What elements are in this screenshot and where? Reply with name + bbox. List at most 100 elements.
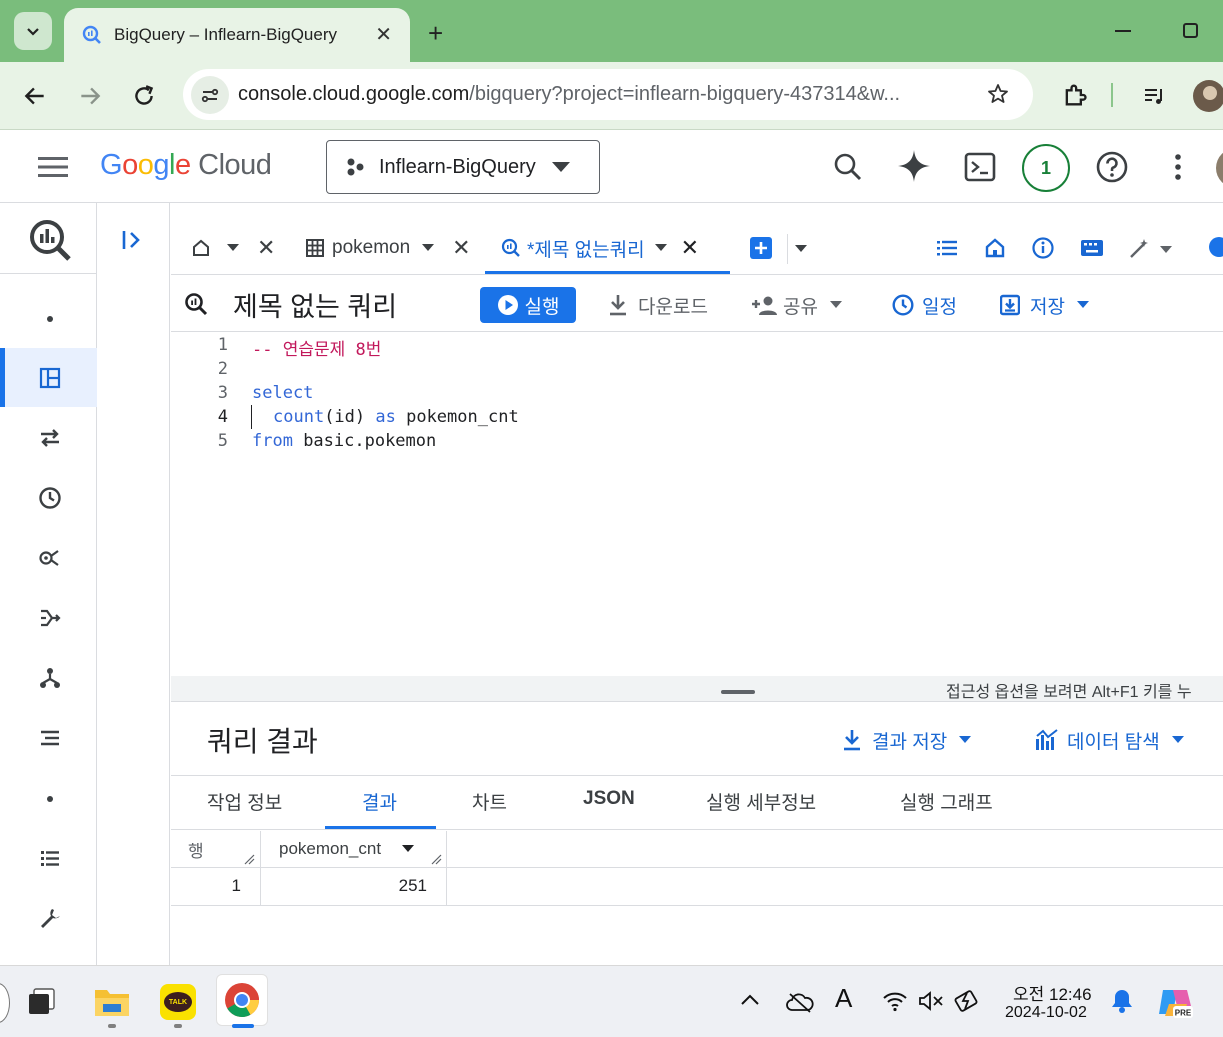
media-controls-icon[interactable] bbox=[1142, 84, 1166, 108]
sql-editor[interactable] bbox=[171, 332, 1223, 676]
more-vert-icon[interactable] bbox=[1174, 153, 1182, 181]
tab-untitled-query[interactable]: *제목 없는쿼리 ✕ bbox=[501, 224, 699, 272]
show-hidden-icons[interactable] bbox=[740, 992, 760, 1006]
main-menu-icon[interactable] bbox=[38, 155, 68, 179]
tab-job-info[interactable]: 작업 정보 bbox=[207, 788, 282, 815]
wifi-icon[interactable] bbox=[882, 990, 908, 1012]
save-results-button[interactable]: 결과 저장 bbox=[842, 725, 972, 755]
back-icon[interactable] bbox=[22, 83, 48, 109]
ime-indicator[interactable]: A bbox=[835, 983, 852, 1014]
column-resize-icon[interactable] bbox=[430, 853, 442, 865]
google-cloud-logo[interactable]: Google Cloud bbox=[100, 149, 272, 182]
taskbar-date[interactable]: 2024-10-02 bbox=[1005, 1004, 1087, 1022]
download-button[interactable]: 다운로드 bbox=[608, 290, 708, 320]
extensions-icon[interactable] bbox=[1061, 81, 1089, 109]
tab-home[interactable]: ✕ bbox=[191, 224, 275, 272]
tab-list-icon[interactable] bbox=[936, 237, 958, 259]
running-indicator bbox=[174, 1024, 182, 1028]
new-query-button[interactable] bbox=[750, 237, 772, 259]
cloud-shell-icon[interactable] bbox=[964, 152, 996, 182]
chrome-taskbar-icon[interactable] bbox=[216, 974, 268, 1026]
wrench-settings-icon[interactable] bbox=[38, 906, 62, 930]
notifications-badge[interactable]: 1 bbox=[1022, 144, 1070, 192]
run-button[interactable]: 실행 bbox=[480, 287, 576, 323]
search-icon[interactable] bbox=[833, 152, 863, 182]
task-view-icon[interactable] bbox=[18, 978, 66, 1026]
tab-menu-arrow-icon[interactable] bbox=[227, 244, 239, 252]
kakaotalk-label: TALK bbox=[164, 992, 192, 1012]
code-line-5: from basic.pokemon bbox=[252, 431, 436, 451]
home-icon bbox=[193, 239, 209, 256]
analytics-hub-icon[interactable] bbox=[38, 546, 62, 570]
data-transfer-icon[interactable] bbox=[38, 426, 62, 450]
tab-chart[interactable]: 차트 bbox=[472, 788, 507, 815]
dataform-icon[interactable] bbox=[38, 666, 62, 690]
tab-json[interactable]: JSON bbox=[583, 788, 635, 810]
browser-tab-bigquery[interactable]: BigQuery – Inflearn-BigQuery ✕ bbox=[64, 8, 410, 62]
window-maximize-button[interactable] bbox=[1183, 23, 1198, 38]
taskbar-time[interactable]: 오전 12:46 bbox=[1013, 980, 1092, 1005]
schedule-button[interactable]: 일정 bbox=[892, 290, 957, 320]
results-title: 쿼리 결과 bbox=[207, 726, 318, 757]
code-assist-icon[interactable] bbox=[1128, 236, 1172, 260]
tab-execution-graph[interactable]: 실행 그래프 bbox=[900, 788, 993, 815]
close-tab-icon[interactable]: ✕ bbox=[257, 235, 275, 261]
new-tab-button[interactable]: + bbox=[428, 18, 443, 49]
project-selector[interactable]: Inflearn-BigQuery bbox=[326, 140, 600, 194]
notification-bell-icon[interactable] bbox=[1110, 988, 1134, 1014]
table-cell[interactable]: 251 bbox=[261, 876, 427, 896]
code-line-4: count(id) as pokemon_cnt bbox=[273, 407, 519, 427]
home-shortcut-icon[interactable] bbox=[984, 237, 1006, 259]
help-icon[interactable] bbox=[1096, 151, 1128, 183]
tab-execution-details[interactable]: 실행 세부정보 bbox=[706, 788, 816, 815]
assistant-icon[interactable] bbox=[1209, 237, 1223, 257]
job-history-icon[interactable] bbox=[38, 726, 62, 750]
close-tab-icon[interactable]: ✕ bbox=[681, 235, 699, 261]
onedrive-offline-icon[interactable] bbox=[786, 990, 814, 1014]
scheduled-queries-icon[interactable] bbox=[38, 486, 62, 510]
site-info-icon[interactable] bbox=[191, 76, 229, 114]
tab-untitled-query-label: *제목 없는쿼리 bbox=[527, 239, 645, 261]
close-tab-icon[interactable]: ✕ bbox=[452, 235, 470, 261]
battery-charging-icon[interactable] bbox=[954, 988, 982, 1014]
info-icon[interactable] bbox=[1032, 237, 1054, 259]
volume-muted-icon[interactable] bbox=[918, 990, 944, 1012]
svg-text:PRE: PRE bbox=[1175, 1009, 1192, 1018]
gemini-sparkle-icon[interactable] bbox=[896, 148, 932, 184]
share-button[interactable]: 공유 bbox=[751, 290, 842, 320]
tab-search-button[interactable] bbox=[14, 12, 52, 50]
tab-menu-arrow-icon[interactable] bbox=[654, 244, 667, 252]
close-tab-icon[interactable]: ✕ bbox=[375, 22, 392, 47]
tab-menu-arrow-icon[interactable] bbox=[422, 244, 435, 252]
tab-pokemon[interactable]: pokemon ✕ bbox=[306, 224, 471, 272]
new-query-menu-icon[interactable] bbox=[795, 245, 807, 253]
window-minimize-button[interactable] bbox=[1115, 30, 1131, 32]
dataflow-icon[interactable] bbox=[38, 606, 62, 630]
address-bar[interactable]: console.cloud.google.com/bigquery?projec… bbox=[183, 69, 1033, 120]
rail-divider bbox=[0, 273, 97, 274]
keyboard-shortcuts-icon[interactable] bbox=[1080, 238, 1104, 258]
resize-handle[interactable] bbox=[721, 690, 755, 694]
column-header-pokemon-cnt[interactable]: pokemon_cnt bbox=[279, 839, 381, 859]
bigquery-logo-icon[interactable] bbox=[27, 217, 73, 263]
column-resize-icon[interactable] bbox=[243, 853, 255, 865]
profile-avatar[interactable] bbox=[1193, 80, 1223, 112]
copilot-icon[interactable]: PRE bbox=[1157, 984, 1193, 1020]
table-icon bbox=[306, 239, 324, 257]
dropdown-arrow-icon bbox=[1076, 301, 1089, 308]
forward-icon[interactable] bbox=[77, 83, 103, 109]
kakaotalk-icon[interactable]: TALK bbox=[154, 978, 202, 1026]
expand-explorer-icon[interactable] bbox=[120, 229, 144, 251]
bookmark-star-icon[interactable] bbox=[986, 82, 1010, 106]
tab-results[interactable]: 결과 bbox=[362, 788, 397, 815]
explore-data-button[interactable]: 데이터 탐색 bbox=[1035, 725, 1184, 755]
release-notes-icon[interactable] bbox=[38, 846, 62, 870]
save-button[interactable]: 저장 bbox=[1000, 290, 1089, 320]
query-title[interactable]: 제목 없는 쿼리 bbox=[233, 285, 397, 324]
file-explorer-icon[interactable] bbox=[88, 978, 136, 1026]
query-icon bbox=[501, 238, 520, 257]
browser-tab-title: BigQuery – Inflearn-BigQuery bbox=[114, 25, 337, 44]
studio-icon[interactable] bbox=[38, 366, 62, 390]
reload-icon[interactable] bbox=[131, 83, 157, 109]
column-menu-icon[interactable] bbox=[402, 845, 414, 853]
